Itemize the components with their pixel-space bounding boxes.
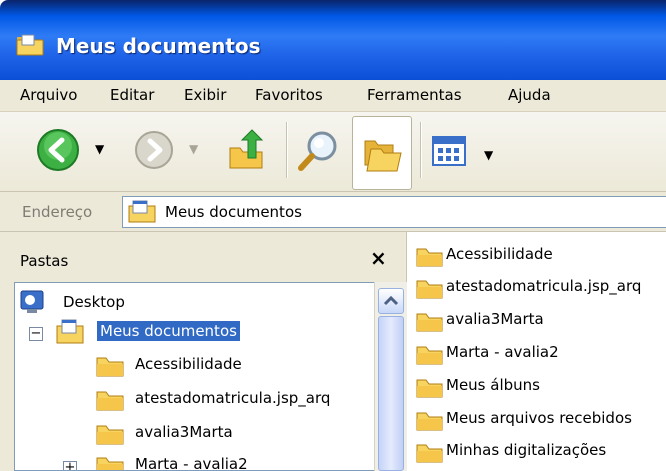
menu-arquivo[interactable]: Arquivo — [20, 86, 77, 104]
folder-icon — [416, 278, 444, 304]
folders-button[interactable] — [352, 116, 412, 190]
file-list: Acessibilidade atestadomatricula.jsp_arq… — [408, 232, 666, 471]
folders-pane-title: Pastas — [20, 252, 69, 270]
expand-icon[interactable]: + — [63, 461, 77, 470]
address-value: Meus documentos — [165, 203, 302, 221]
folder-tree: Desktop − Meus documentos Acessibilidade — [14, 282, 374, 471]
folder-icon — [416, 410, 444, 436]
tree-item-label: atestadomatricula.jsp_arq — [135, 389, 331, 407]
list-item-label: Meus álbuns — [446, 376, 540, 394]
address-label: Endereço — [22, 203, 93, 221]
toolbar: ▼ ▼ — [0, 112, 666, 192]
up-folder-icon[interactable] — [226, 128, 266, 176]
menu-ajuda[interactable]: Ajuda — [508, 86, 551, 104]
window-title: Meus documentos — [56, 34, 261, 58]
folder-icon — [95, 388, 125, 416]
list-item-label: atestadomatricula.jsp_arq — [446, 277, 642, 295]
tree-scrollbar[interactable] — [374, 282, 407, 471]
menu-bar: Arquivo Editar Exibir Favoritos Ferramen… — [0, 80, 666, 112]
scroll-up-button[interactable] — [378, 288, 404, 314]
list-item-label: Acessibilidade — [446, 245, 553, 263]
folder-icon — [95, 454, 125, 470]
list-item-label: Marta - avalia2 — [446, 343, 559, 361]
scroll-thumb[interactable] — [378, 316, 404, 471]
forward-icon[interactable] — [134, 130, 174, 174]
chevron-up-icon — [383, 295, 399, 306]
title-bar: Meus documentos — [0, 0, 666, 80]
list-item-label: Minhas digitalizações — [446, 441, 607, 459]
menu-editar[interactable]: Editar — [110, 86, 154, 104]
my-documents-icon — [127, 200, 157, 228]
list-item-label: Meus arquivos recebidos — [446, 409, 632, 427]
folders-pane: Pastas × Desktop − Meus documentos Acess… — [0, 232, 407, 471]
folder-icon — [416, 246, 444, 272]
my-documents-icon — [55, 319, 85, 349]
address-input[interactable]: Meus documentos — [122, 196, 666, 228]
folder-icon — [16, 33, 46, 61]
folders-pane-header: Pastas × — [0, 232, 407, 282]
folder-icon — [95, 422, 125, 450]
collapse-icon[interactable]: − — [29, 327, 43, 341]
folder-icon — [95, 354, 125, 382]
list-item-label: avalia3Marta — [446, 310, 544, 328]
menu-ferramentas[interactable]: Ferramentas — [367, 86, 462, 104]
desktop-icon — [19, 289, 47, 319]
close-icon[interactable]: × — [370, 246, 387, 270]
back-dropdown-icon[interactable]: ▼ — [95, 142, 104, 156]
tree-item-label: Meus documentos — [97, 321, 240, 341]
menu-favoritos[interactable]: Favoritos — [255, 86, 323, 104]
folder-icon — [416, 311, 444, 337]
tree-item-meus-documentos[interactable]: − Meus documentos — [19, 319, 319, 349]
folder-icon — [416, 377, 444, 403]
tree-item-label: Acessibilidade — [135, 355, 242, 373]
back-icon[interactable] — [36, 128, 80, 176]
views-dropdown-icon[interactable]: ▼ — [484, 148, 493, 162]
search-icon[interactable] — [296, 128, 342, 178]
address-bar: Endereço Meus documentos — [0, 192, 666, 232]
menu-exibir[interactable]: Exibir — [184, 86, 226, 104]
folders-icon — [363, 135, 403, 177]
folder-icon — [416, 442, 444, 468]
tree-item-label: avalia3Marta — [135, 423, 233, 441]
folder-icon — [416, 344, 444, 370]
tree-item-label: Desktop — [63, 293, 125, 311]
forward-dropdown-icon[interactable]: ▼ — [189, 142, 198, 156]
tree-item-label: Marta - avalia2 — [135, 455, 248, 471]
views-icon[interactable] — [432, 136, 466, 170]
